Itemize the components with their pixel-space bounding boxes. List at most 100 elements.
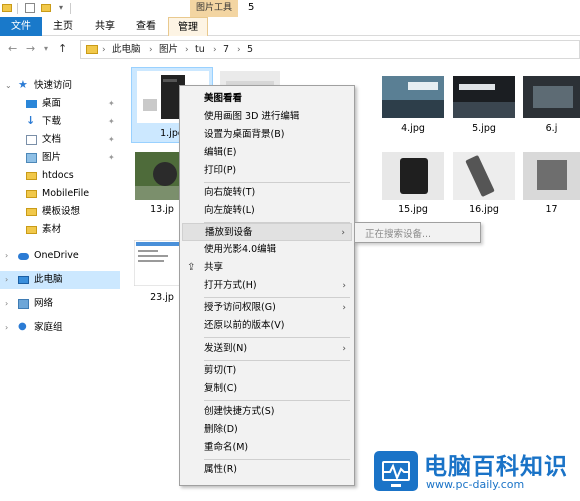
customize-quick-access-icon[interactable]: ▾ (56, 3, 66, 13)
chevron-down-icon[interactable]: ⌄ (5, 77, 12, 95)
chevron-right-icon[interactable]: › (5, 271, 8, 289)
file-item[interactable]: 16.jpg (453, 152, 515, 215)
file-item[interactable]: 6.j (523, 76, 580, 138)
recent-locations-icon[interactable]: ▾ (44, 43, 48, 55)
file-item[interactable]: 17 (523, 152, 580, 215)
forward-icon[interactable]: → (26, 43, 35, 55)
menu-item-restore-versions[interactable]: 还原以前的版本(V) (182, 317, 352, 335)
chevron-right-icon[interactable]: › (5, 247, 8, 265)
menu-item-lightshow-edit[interactable]: 使用光影4.0编辑 (182, 241, 352, 259)
pin-icon[interactable]: ✦ (108, 95, 115, 113)
back-icon[interactable]: ← (8, 43, 17, 55)
breadcrumb-tu[interactable]: tu (195, 43, 205, 57)
chevron-right-icon: › (342, 303, 346, 313)
file-item[interactable]: 5.jpg (453, 76, 515, 138)
nav-label: 此电脑 (34, 274, 63, 285)
menu-label: 授予访问权限(G) (204, 302, 276, 313)
file-name: 15.jpg (398, 204, 428, 215)
menu-item-meitu[interactable]: 美图看看 (182, 90, 352, 108)
menu-item-print[interactable]: 打印(P) (182, 162, 352, 180)
tab-manage[interactable]: 管理 (168, 17, 208, 36)
folder-icon (26, 172, 37, 180)
nav-quick-access[interactable]: ⌄ ★ 快速访问 (0, 77, 120, 95)
file-name: 6.j (545, 123, 558, 134)
menu-item-properties[interactable]: 属性(R) (182, 461, 352, 479)
chevron-right-icon[interactable]: › (185, 43, 189, 57)
document-icon (26, 135, 37, 145)
folder-icon (26, 226, 37, 234)
homegroup-icon: ● (18, 321, 27, 332)
file-item[interactable]: 15.jpg (382, 152, 444, 215)
menu-item-copy[interactable]: 复制(C) (182, 380, 352, 398)
nav-item-pictures[interactable]: 图片 ✦ (0, 149, 120, 167)
nav-item-template-ideas[interactable]: 模板设想 (0, 203, 120, 221)
breadcrumb-pictures[interactable]: 图片 (159, 43, 178, 57)
menu-item-send-to[interactable]: 发送到(N) › (182, 340, 352, 358)
share-icon: ⇪ (187, 262, 196, 273)
menu-item-grant-access[interactable]: 授予访问权限(G) › (182, 299, 352, 317)
nav-item-downloads[interactable]: ↓ 下载 ✦ (0, 113, 120, 131)
menu-label: 美图看看 (204, 93, 243, 104)
chevron-right-icon[interactable]: › (149, 43, 153, 57)
up-icon[interactable]: ↑ (58, 43, 67, 55)
menu-item-rename[interactable]: 重命名(M) (182, 439, 352, 457)
chevron-right-icon[interactable]: › (5, 295, 8, 313)
menu-item-cast-to-device[interactable]: 播放到设备 › (182, 223, 352, 241)
chevron-right-icon[interactable]: › (237, 43, 241, 57)
menu-item-paint-3d[interactable]: 使用画图 3D 进行编辑 (182, 108, 352, 126)
menu-item-edit[interactable]: 编辑(E) (182, 144, 352, 162)
nav-item-this-pc[interactable]: › 此电脑 (0, 271, 120, 289)
menu-item-rotate-left[interactable]: 向左旋转(L) (182, 202, 352, 220)
menu-label: 播放到设备 (205, 227, 253, 238)
tab-home[interactable]: 主页 (50, 17, 76, 36)
menu-item-set-background[interactable]: 设置为桌面背景(B) (182, 126, 352, 144)
nav-label: 文档 (42, 134, 62, 145)
nav-label: 网络 (34, 298, 54, 309)
menu-label: 还原以前的版本(V) (204, 320, 285, 331)
nav-item-desktop[interactable]: 桌面 ✦ (0, 95, 120, 113)
tab-share[interactable]: 共享 (92, 17, 118, 36)
nav-label: htdocs (42, 170, 74, 181)
new-folder-icon[interactable] (41, 4, 51, 12)
breadcrumb-this-pc[interactable]: 此电脑 (112, 43, 141, 57)
nav-item-materials[interactable]: 素材 (0, 221, 120, 239)
menu-item-delete[interactable]: 删除(D) (182, 421, 352, 439)
file-item[interactable]: 4.jpg (382, 76, 444, 138)
nav-item-homegroup[interactable]: › ● 家庭组 (0, 319, 120, 337)
file-name: 5.jpg (472, 123, 496, 134)
nav-item-onedrive[interactable]: › OneDrive (0, 247, 120, 265)
nav-label: 素材 (42, 224, 62, 235)
address-bar[interactable]: › 此电脑 › 图片 › tu › 7 › 5 (80, 40, 580, 59)
watermark-url: www.pc-daily.com (426, 478, 525, 491)
menu-label: 创建快捷方式(S) (204, 406, 275, 417)
pin-icon[interactable]: ✦ (108, 113, 115, 131)
chevron-right-icon[interactable]: › (102, 43, 106, 57)
menu-item-rotate-right[interactable]: 向右旋转(T) (182, 184, 352, 202)
watermark: 电脑百科知识 www.pc-daily.com (370, 444, 580, 501)
tab-file[interactable]: 文件 (0, 17, 42, 36)
nav-item-htdocs[interactable]: htdocs (0, 167, 120, 185)
pin-icon[interactable]: ✦ (108, 131, 115, 149)
nav-item-network[interactable]: › 网络 (0, 295, 120, 313)
thumbnail-image (523, 152, 580, 200)
menu-label: 剪切(T) (204, 365, 237, 376)
tab-view[interactable]: 查看 (133, 17, 159, 36)
chevron-right-icon[interactable]: › (213, 43, 217, 57)
chevron-right-icon[interactable]: › (5, 319, 8, 337)
desktop-icon (26, 100, 37, 108)
menu-item-open-with[interactable]: 打开方式(H) › (182, 277, 352, 295)
folder-icon (26, 208, 37, 216)
nav-label: 下载 (42, 116, 62, 127)
menu-item-cut[interactable]: 剪切(T) (182, 362, 352, 380)
cloud-icon (18, 253, 29, 260)
pin-icon[interactable]: ✦ (108, 149, 115, 167)
nav-item-mobilefile[interactable]: MobileFile (0, 185, 120, 203)
nav-item-documents[interactable]: 文档 ✦ (0, 131, 120, 149)
breadcrumb-7[interactable]: 7 (223, 43, 229, 57)
breadcrumb-5[interactable]: 5 (247, 43, 253, 57)
properties-icon[interactable] (25, 3, 35, 13)
network-icon (18, 299, 29, 309)
menu-separator (204, 337, 350, 338)
menu-item-create-shortcut[interactable]: 创建快捷方式(S) (182, 403, 352, 421)
menu-item-share[interactable]: ⇪ 共享 (182, 259, 352, 277)
